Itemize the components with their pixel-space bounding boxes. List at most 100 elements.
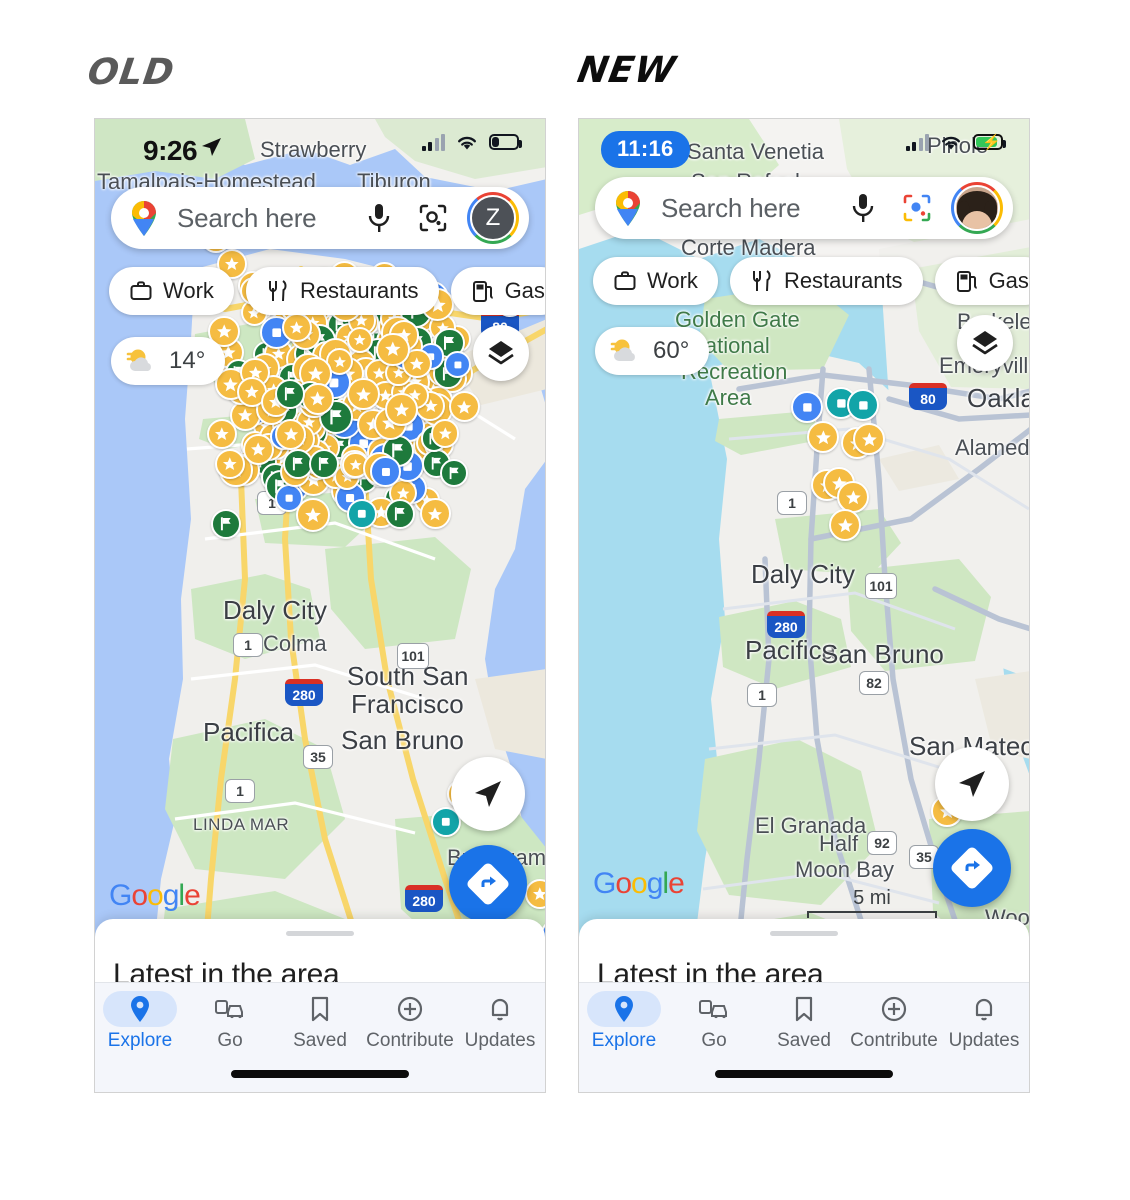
nav-item-saved[interactable]: Saved xyxy=(759,991,849,1052)
search-bar-new[interactable]: Search here xyxy=(595,177,1013,239)
google-watermark-old: Google xyxy=(109,879,201,912)
chip-gas[interactable]: Gas xyxy=(450,267,545,315)
map-marker-blue[interactable] xyxy=(443,351,472,379)
home-indicator-old xyxy=(231,1070,409,1078)
nav-label: Go xyxy=(701,1030,727,1051)
nav-item-go[interactable]: Go xyxy=(669,991,759,1052)
chip-label: Restaurants xyxy=(783,268,903,293)
map-layers-button-new[interactable] xyxy=(957,315,1013,371)
map-marker-star[interactable] xyxy=(347,377,380,411)
google-lens-icon[interactable] xyxy=(413,198,453,238)
map-marker-star[interactable] xyxy=(275,418,307,450)
navigation-arrow-icon xyxy=(959,771,985,797)
weather-widget-new[interactable]: 60° xyxy=(595,327,710,375)
map-marker-star[interactable] xyxy=(431,419,460,448)
chip-label: Work xyxy=(163,278,214,303)
partly-cloudy-icon xyxy=(126,349,151,371)
partly-cloudy-icon xyxy=(610,339,635,361)
nav-item-contribute[interactable]: Contribute xyxy=(365,991,455,1052)
google-maps-pin-icon xyxy=(616,191,640,226)
plus-circle-icon xyxy=(857,991,931,1027)
microphone-icon[interactable] xyxy=(359,198,399,238)
map-marker-flag[interactable] xyxy=(440,458,468,487)
google-lens-icon[interactable] xyxy=(897,188,937,228)
weather-widget-old[interactable]: 14° xyxy=(111,337,226,385)
old-annotation-label: OLD xyxy=(85,52,178,93)
status-bar-new: 11:16 ⚡ xyxy=(579,119,1029,177)
directions-icon xyxy=(467,863,509,905)
account-avatar-old[interactable]: Z xyxy=(467,192,519,244)
battery-icon-charging: ⚡ xyxy=(973,134,1006,151)
map-marker-star[interactable] xyxy=(419,498,451,530)
nav-item-go[interactable]: Go xyxy=(185,991,275,1052)
fuel-pump-icon xyxy=(472,281,493,302)
new-annotation-label: NEW xyxy=(574,50,680,91)
home-indicator-new xyxy=(715,1070,893,1078)
status-clock-pill: 11:16 xyxy=(601,131,690,168)
map-marker-flag[interactable] xyxy=(211,509,241,539)
microphone-icon[interactable] xyxy=(843,188,883,228)
account-avatar-new[interactable] xyxy=(951,182,1003,234)
avatar-photo xyxy=(954,185,1000,231)
search-bar-old[interactable]: Search here Z xyxy=(111,187,529,249)
navigation-arrow-icon xyxy=(475,781,501,807)
map-marker-star[interactable] xyxy=(384,393,418,426)
fuel-pump-icon xyxy=(956,271,977,292)
nav-item-explore[interactable]: Explore xyxy=(95,991,185,1052)
google-watermark-new: Google xyxy=(593,867,685,900)
nav-item-saved[interactable]: Saved xyxy=(275,991,365,1052)
map-marker-star[interactable] xyxy=(829,509,861,541)
bookmark-icon xyxy=(767,991,841,1027)
map-marker-star[interactable] xyxy=(301,382,334,416)
search-input-new[interactable]: Search here xyxy=(645,193,843,224)
my-location-button-old[interactable] xyxy=(451,757,525,831)
search-input-old[interactable]: Search here xyxy=(161,203,359,234)
chip-restaurants[interactable]: Restaurants xyxy=(729,257,923,305)
status-bar-old: 9:26 xyxy=(95,119,545,177)
scale-line xyxy=(807,911,937,918)
map-marker-flag[interactable] xyxy=(385,499,415,529)
nav-item-contribute[interactable]: Contribute xyxy=(849,991,939,1052)
nav-item-explore[interactable]: Explore xyxy=(579,991,669,1052)
map-marker-star[interactable] xyxy=(807,421,839,453)
map-marker-star[interactable] xyxy=(853,423,885,455)
chip-gas[interactable]: Gas xyxy=(934,257,1029,305)
my-location-button-new[interactable] xyxy=(935,747,1009,821)
cellular-signal-icon xyxy=(421,133,445,151)
map-marker-star[interactable] xyxy=(215,449,245,479)
nav-label: Saved xyxy=(777,1030,831,1051)
location-arrow-icon xyxy=(202,138,221,156)
map-marker-blue[interactable] xyxy=(370,456,401,487)
chip-work[interactable]: Work xyxy=(593,257,718,305)
plus-circle-icon xyxy=(373,991,447,1027)
category-chip-row-old[interactable]: Work Restaurants Gas xyxy=(109,267,545,315)
map-marker-star[interactable] xyxy=(282,313,312,343)
map-pin-icon xyxy=(103,991,177,1027)
chip-work[interactable]: Work xyxy=(109,267,234,315)
status-icons-new: ⚡ xyxy=(905,133,1006,151)
status-clock: 9:26 xyxy=(143,135,198,166)
map-pin-icon xyxy=(587,991,661,1027)
map-marker-flag[interactable] xyxy=(309,449,339,479)
map-marker-star[interactable] xyxy=(376,332,410,366)
map-marker-teal[interactable] xyxy=(847,389,879,421)
category-chip-row-new[interactable]: Work Restaurants Gas xyxy=(593,257,1029,305)
map-marker-star[interactable] xyxy=(448,391,480,423)
commute-icon xyxy=(193,991,267,1027)
chip-label: Restaurants xyxy=(299,278,419,303)
nav-item-updates[interactable]: Updates xyxy=(455,991,545,1052)
nav-label: Go xyxy=(217,1030,243,1051)
chip-restaurants[interactable]: Restaurants xyxy=(245,267,439,315)
map-marker-star[interactable] xyxy=(207,419,237,449)
map-layers-button-old[interactable] xyxy=(473,325,529,381)
new-screenshot-frame: Santa Venetia San Rafael Pinole Corte Ma… xyxy=(578,118,1030,1093)
map-marker-star[interactable] xyxy=(525,879,545,909)
map-marker-blue[interactable] xyxy=(791,391,823,423)
directions-fab-old[interactable] xyxy=(449,845,527,923)
layers-icon xyxy=(972,331,998,355)
map-marker-star[interactable] xyxy=(296,497,331,532)
map-marker-flag[interactable] xyxy=(275,379,305,409)
nav-item-updates[interactable]: Updates xyxy=(939,991,1029,1052)
directions-fab-new[interactable] xyxy=(933,829,1011,907)
map-marker-teal[interactable] xyxy=(347,499,377,529)
